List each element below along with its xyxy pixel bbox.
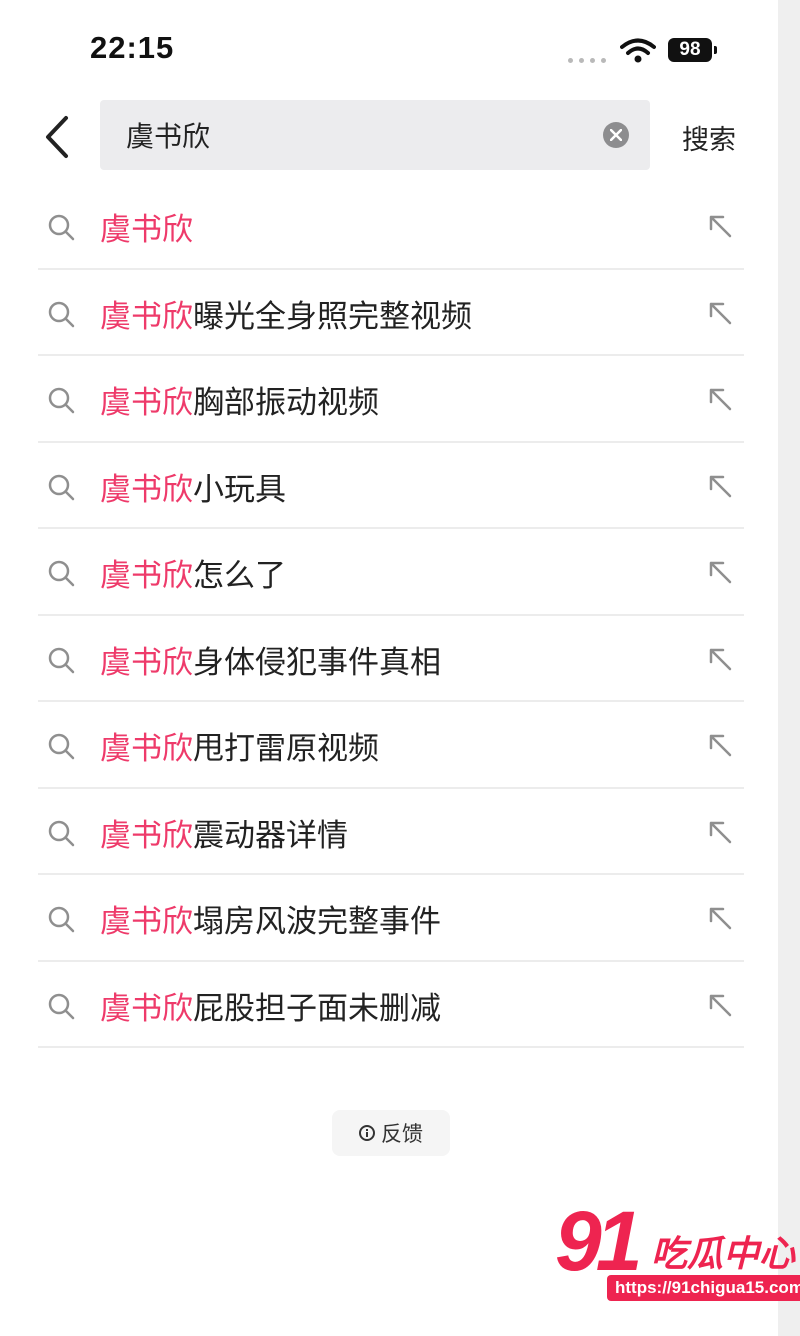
watermark-title: 吃瓜中心 [651,1234,796,1275]
suggestion-keyword: 虞书欣 [100,385,193,421]
suggestion-item[interactable]: 虞书欣曝光全身照完整视频 [38,270,744,356]
feedback-button[interactable]: 反馈 [332,1110,450,1156]
arrow-up-left-icon[interactable] [706,904,734,932]
suggestion-keyword: 虞书欣 [100,644,193,681]
search-input[interactable] [126,118,566,151]
search-icon [48,301,75,327]
suggestion-list: 虞书欣 虞书欣曝光全身照完整视频 虞书欣胸部振动视频 虞书欣小玩具 虞书欣怎么了… [38,183,744,1048]
suggestion-suffix: 身体侵犯事件真相 [193,644,441,681]
search-icon [48,560,75,587]
suggestion-item[interactable]: 虞书欣胸部振动视频 [38,356,744,443]
arrow-up-left-icon[interactable] [706,991,734,1019]
arrow-up-left-icon[interactable] [706,212,734,240]
wifi-icon [620,38,656,63]
signal-dots-icon [568,58,606,63]
suggestion-item[interactable]: 虞书欣怎么了 [38,529,744,616]
arrow-up-left-icon[interactable] [706,818,734,846]
arrow-up-left-icon[interactable] [706,558,734,586]
page-edge [778,0,800,1336]
suggestion-keyword: 虞书欣 [100,990,193,1027]
phone-screen: 22:15 98 搜索 虞书欣 虞书欣曝光全身照完整视频 [0,0,778,1336]
suggestion-keyword: 虞书欣 [100,817,193,854]
suggestion-text: 虞书欣屁股担子面未删减 [100,983,441,1028]
arrow-up-left-icon[interactable] [706,385,734,413]
search-icon [48,214,75,241]
suggestion-suffix: 曝光全身照完整视频 [193,298,472,335]
suggestion-item[interactable]: 虞书欣屁股担子面未删减 [38,962,744,1048]
search-icon [48,647,75,673]
suggestion-suffix: 胸部振动视频 [193,385,379,421]
arrow-up-left-icon[interactable] [706,731,734,759]
suggestion-item[interactable]: 虞书欣甩打雷原视频 [38,702,744,789]
suggestion-suffix: 塌房风波完整事件 [193,904,441,940]
suggestion-keyword: 虞书欣 [100,212,193,248]
suggestion-text: 虞书欣小玩具 [100,464,286,509]
clear-button[interactable] [603,122,629,148]
suggestion-item[interactable]: 虞书欣 [38,183,744,270]
search-icon [48,820,75,846]
search-icon [48,387,75,414]
info-icon [359,1125,375,1141]
suggestion-item[interactable]: 虞书欣身体侵犯事件真相 [38,616,744,702]
suggestion-text: 虞书欣身体侵犯事件真相 [100,637,441,682]
suggestion-keyword: 虞书欣 [100,558,193,594]
battery-icon: 98 [668,38,717,62]
suggestion-suffix: 怎么了 [193,558,286,594]
feedback-label: 反馈 [381,1122,423,1146]
search-icon [48,474,75,500]
suggestion-suffix: 甩打雷原视频 [193,731,379,767]
suggestion-text: 虞书欣震动器详情 [100,810,348,855]
suggestion-keyword: 虞书欣 [100,731,193,767]
search-button[interactable]: 搜索 [682,118,736,157]
search-icon [48,906,75,933]
suggestion-suffix: 屁股担子面未删减 [193,990,441,1027]
suggestion-keyword: 虞书欣 [100,904,193,940]
status-time: 22:15 [90,30,175,65]
search-box [100,100,650,170]
suggestion-suffix: 震动器详情 [193,817,348,854]
search-icon [48,733,75,760]
suggestion-text: 虞书欣怎么了 [100,550,286,595]
suggestion-item[interactable]: 虞书欣震动器详情 [38,789,744,875]
search-icon [48,993,75,1019]
suggestion-suffix: 小玩具 [193,471,286,508]
arrow-up-left-icon[interactable] [706,645,734,673]
suggestion-text: 虞书欣曝光全身照完整视频 [100,291,472,336]
suggestion-text: 虞书欣 [100,204,193,249]
suggestion-text: 虞书欣塌房风波完整事件 [100,896,441,941]
suggestion-item[interactable]: 虞书欣小玩具 [38,443,744,529]
watermark-logo: 91 吃瓜中心 https://91chigua15.com [555,1194,800,1307]
watermark-url: https://91chigua15.com [607,1275,800,1301]
back-button[interactable] [38,112,82,162]
close-icon [610,129,622,141]
suggestion-item[interactable]: 虞书欣塌房风波完整事件 [38,875,744,962]
suggestion-keyword: 虞书欣 [100,298,193,335]
suggestion-text: 虞书欣甩打雷原视频 [100,723,379,768]
suggestion-text: 虞书欣胸部振动视频 [100,377,379,422]
arrow-up-left-icon[interactable] [706,472,734,500]
arrow-up-left-icon[interactable] [706,299,734,327]
suggestion-keyword: 虞书欣 [100,471,193,508]
